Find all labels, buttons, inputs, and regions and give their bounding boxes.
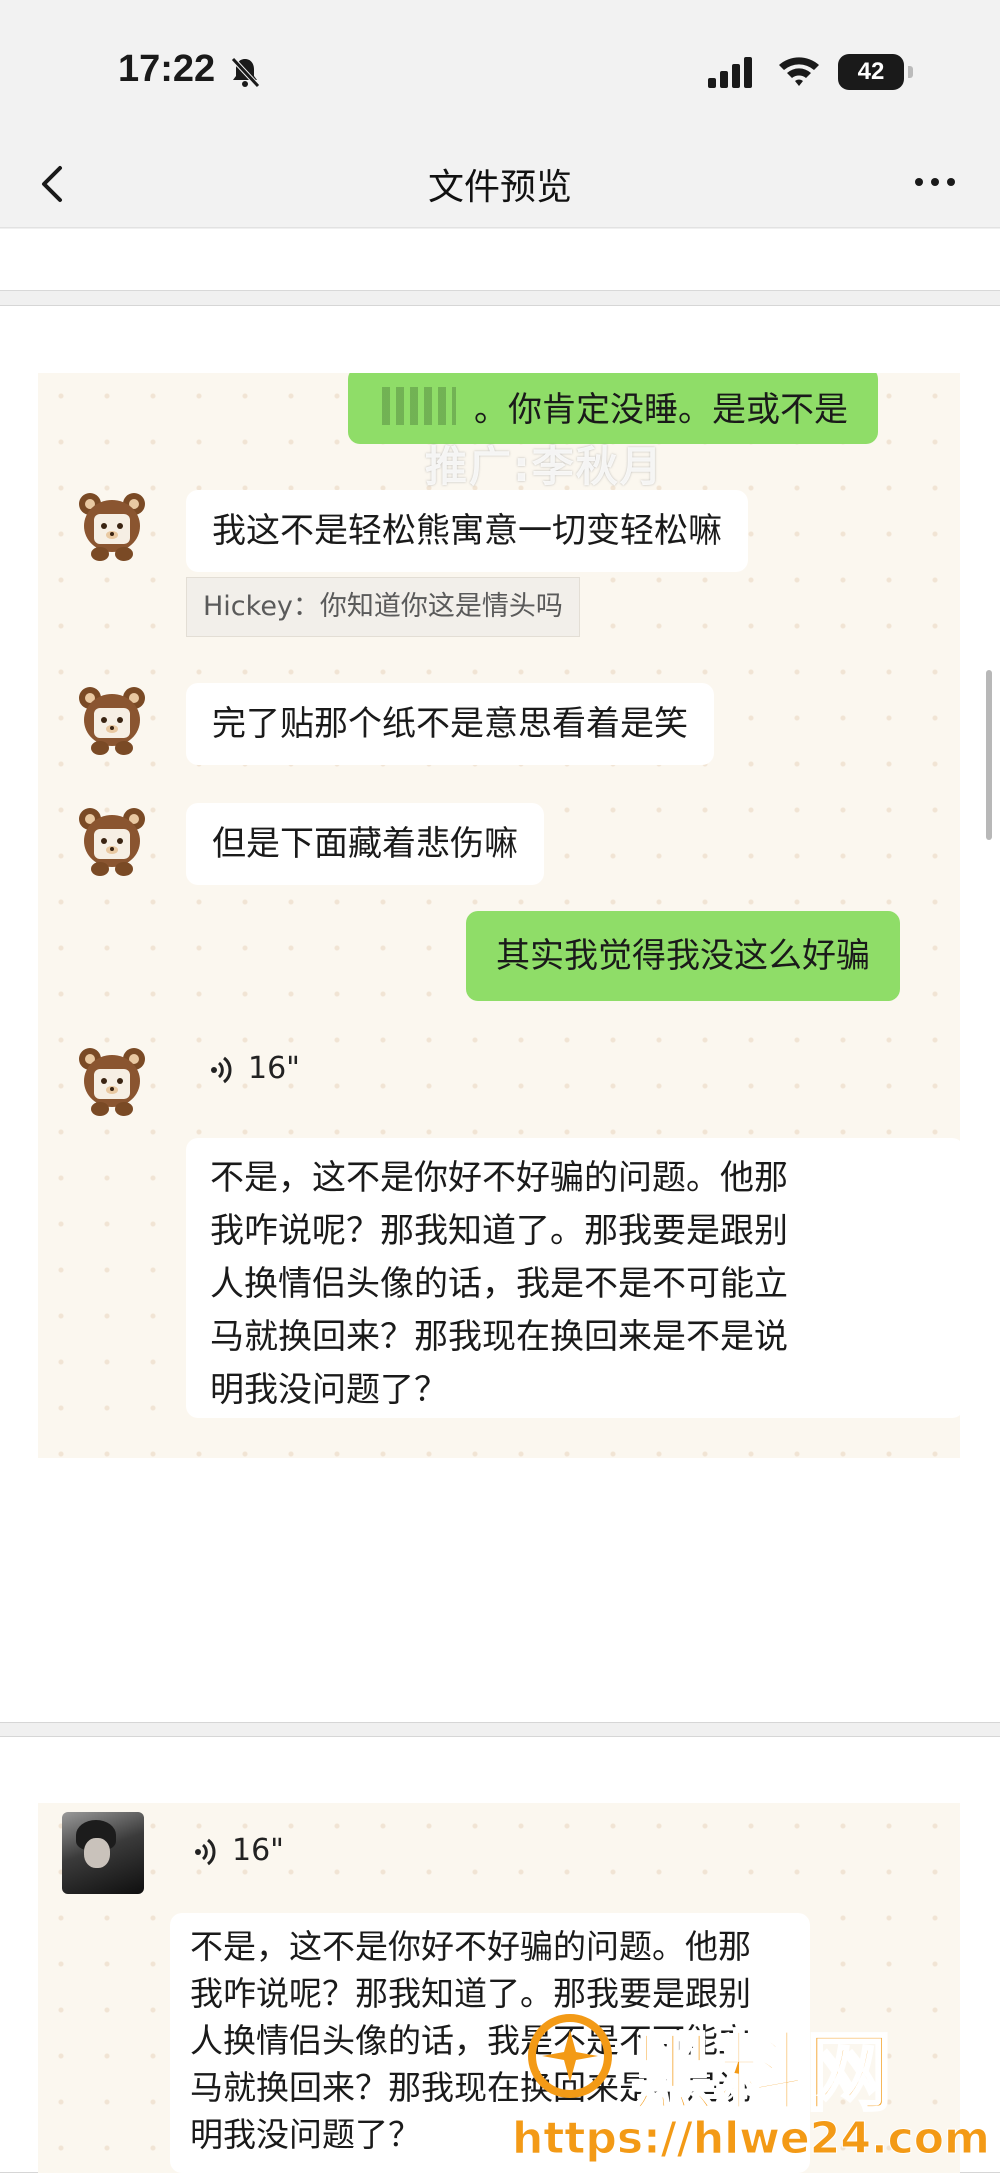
user-photo-avatar xyxy=(62,1812,144,1894)
quoted-message: Hickey：你知道你这是情头吗 xyxy=(186,577,580,637)
incoming-message-bubble: 但是下面藏着悲伤嘛 xyxy=(186,803,544,885)
outgoing-message-text: 。你肯定没睡。是或不是 xyxy=(474,390,848,430)
voice-message-bubble[interactable]: 16" xyxy=(170,1825,306,1877)
previous-page-fragment xyxy=(0,229,1000,291)
transcript-line: 人换情侣头像的话，我是不是不可能立 xyxy=(210,1264,788,1304)
watermark-url: https://hlwe24.com xyxy=(512,2113,991,2165)
transcript-line: 马就换回来？那我现在换回来是不是说 xyxy=(210,1317,788,1357)
transcript-line: 不是，这不是你好不好骗的问题。他那 xyxy=(210,1158,788,1198)
transcript-line: 不是，这不是你好不好骗的问题。他那 xyxy=(190,1927,751,1966)
bear-avatar xyxy=(79,808,145,876)
promo-watermark: 推广:李秋月 xyxy=(425,442,664,491)
chat-screenshot-1: 。你肯定没睡。是或不是 我这不是轻松熊寓意一切变轻松嘛 Hickey：你知道你这… xyxy=(38,373,960,1458)
watermark-logo-text: 黑料网 xyxy=(629,2022,894,2125)
incoming-message-bubble: 完了贴那个纸不是意思看着是笑 xyxy=(186,683,714,765)
cellular-signal-icon xyxy=(708,57,752,88)
status-bar: 17:22 42 xyxy=(0,0,1000,140)
transcript-line: 我咋说呢？那我知道了。那我要是跟别 xyxy=(210,1211,788,1251)
nav-bar: 文件预览 xyxy=(0,140,1000,228)
incoming-message-text: 我这不是轻松熊寓意一切变轻松嘛 xyxy=(212,511,722,551)
battery-nub xyxy=(908,66,913,78)
battery-indicator: 42 xyxy=(838,54,904,90)
voice-transcript-card: 不是，这不是你好不好骗的问题。他那 我咋说呢？那我知道了。那我要是跟别 人换情侣… xyxy=(186,1138,960,1418)
more-options-button[interactable] xyxy=(905,162,965,202)
censored-text-block xyxy=(382,387,456,425)
voice-duration: 16" xyxy=(248,1051,300,1086)
voice-wave-icon xyxy=(195,1838,216,1865)
bear-avatar xyxy=(79,1048,145,1116)
voice-wave-icon xyxy=(211,1056,232,1083)
scrollbar-thumb[interactable] xyxy=(986,670,992,840)
page-title: 文件预览 xyxy=(427,167,572,208)
voice-duration: 16" xyxy=(232,1833,284,1868)
transcript-line: 明我没问题了？ xyxy=(190,2115,421,2154)
bear-avatar xyxy=(79,493,145,561)
bear-avatar xyxy=(79,687,145,755)
incoming-message-bubble: 我这不是轻松熊寓意一切变轻松嘛 xyxy=(186,490,748,572)
status-time: 17:22 xyxy=(118,48,216,90)
voice-message-bubble[interactable]: 16" xyxy=(186,1043,322,1095)
incoming-message-text: 完了贴那个纸不是意思看着是笑 xyxy=(212,704,688,744)
outgoing-message-bubble: 其实我觉得我没这么好骗 xyxy=(466,911,900,1001)
avatar-face-shape xyxy=(84,1838,110,1868)
wifi-icon xyxy=(779,57,819,86)
bell-muted-icon xyxy=(231,57,260,88)
incoming-message-text: 但是下面藏着悲伤嘛 xyxy=(212,824,518,864)
outgoing-message-text: 其实我觉得我没这么好骗 xyxy=(496,936,870,976)
transcript-line: 明我没问题了？ xyxy=(210,1370,448,1410)
